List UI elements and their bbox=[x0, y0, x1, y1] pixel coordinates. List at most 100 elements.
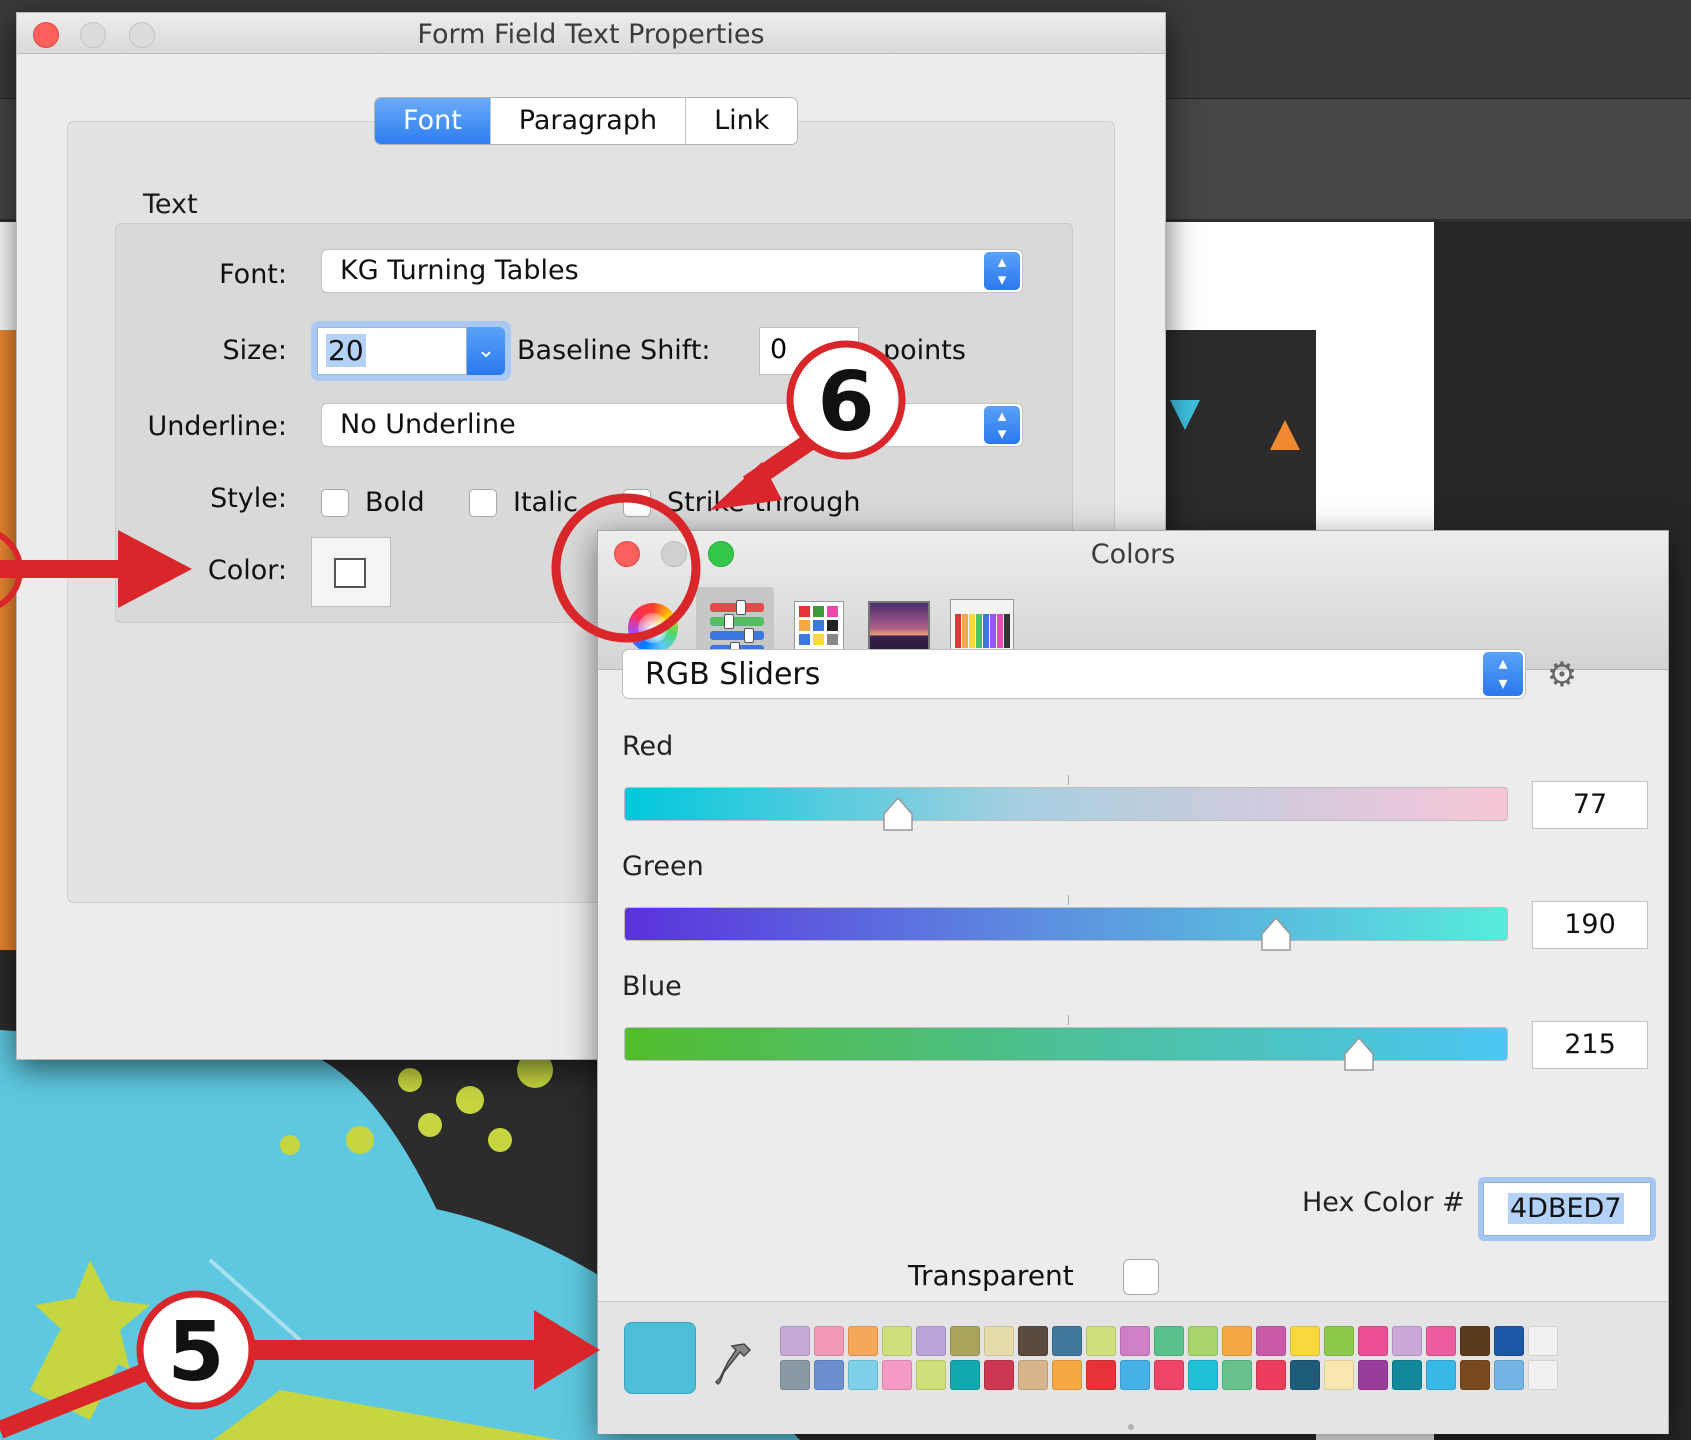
color-swatch[interactable] bbox=[1426, 1326, 1456, 1356]
resize-grip bbox=[1128, 1424, 1134, 1430]
color-swatch[interactable] bbox=[1120, 1360, 1150, 1390]
color-swatch[interactable] bbox=[1460, 1360, 1490, 1390]
dialog-title: Form Field Text Properties bbox=[417, 19, 765, 50]
color-swatch[interactable] bbox=[1120, 1326, 1150, 1356]
size-value: 20 bbox=[326, 334, 366, 367]
color-swatch[interactable] bbox=[1086, 1360, 1116, 1390]
color-swatch[interactable] bbox=[814, 1326, 844, 1356]
color-swatch[interactable] bbox=[1494, 1360, 1524, 1390]
blue-center-tick bbox=[1068, 1015, 1069, 1025]
color-swatch[interactable] bbox=[1392, 1326, 1422, 1356]
font-stepper-icon: ▴ ▾ bbox=[984, 252, 1020, 290]
color-swatch[interactable] bbox=[1188, 1360, 1218, 1390]
bold-label: Bold bbox=[365, 487, 425, 518]
color-swatch[interactable] bbox=[1528, 1326, 1558, 1356]
color-swatch[interactable] bbox=[1256, 1360, 1286, 1390]
color-swatch[interactable] bbox=[1324, 1360, 1354, 1390]
color-swatch[interactable] bbox=[1426, 1360, 1456, 1390]
color-swatch[interactable] bbox=[848, 1326, 878, 1356]
color-swatch[interactable] bbox=[1358, 1326, 1388, 1356]
color-swatch[interactable] bbox=[1392, 1360, 1422, 1390]
hex-color-value: 4DBED7 bbox=[1508, 1193, 1624, 1224]
blue-slider-thumb[interactable] bbox=[1343, 1036, 1375, 1072]
underline-popup[interactable]: No Underline ▴ ▾ bbox=[321, 403, 1023, 447]
color-swatch[interactable] bbox=[1222, 1360, 1252, 1390]
font-popup[interactable]: KG Turning Tables ▴ ▾ bbox=[321, 249, 1023, 293]
color-swatch[interactable] bbox=[1290, 1360, 1320, 1390]
underline-label: Underline: bbox=[147, 411, 287, 442]
color-swatch[interactable] bbox=[916, 1360, 946, 1390]
color-swatch[interactable] bbox=[1086, 1326, 1116, 1356]
color-swatch[interactable] bbox=[1324, 1326, 1354, 1356]
colors-panel: Colors RGB Sliders ▴ ▾ ⚙ Red 77 Green 19… bbox=[597, 530, 1669, 1434]
color-swatch[interactable] bbox=[1052, 1360, 1082, 1390]
baseline-shift-value: 0 bbox=[770, 334, 788, 365]
tab-link[interactable]: Link bbox=[685, 98, 797, 144]
underline-value: No Underline bbox=[340, 409, 516, 440]
strikethrough-label: Strike-through bbox=[667, 487, 861, 518]
color-swatch[interactable] bbox=[984, 1360, 1014, 1390]
green-slider[interactable] bbox=[624, 907, 1508, 951]
color-swatch[interactable] bbox=[950, 1360, 980, 1390]
color-swatch[interactable] bbox=[882, 1360, 912, 1390]
size-field[interactable]: 20 bbox=[317, 327, 467, 375]
color-label: Color: bbox=[207, 555, 287, 586]
color-swatch[interactable] bbox=[1188, 1326, 1218, 1356]
green-slider-thumb[interactable] bbox=[1260, 916, 1292, 952]
color-swatch[interactable] bbox=[1018, 1326, 1048, 1356]
color-swatch[interactable] bbox=[848, 1360, 878, 1390]
blue-label: Blue bbox=[622, 971, 682, 1002]
blue-slider[interactable] bbox=[624, 1027, 1508, 1071]
color-swatch[interactable] bbox=[916, 1326, 946, 1356]
color-swatch[interactable] bbox=[780, 1360, 810, 1390]
color-swatch[interactable] bbox=[984, 1326, 1014, 1356]
baseline-shift-field[interactable]: 0 bbox=[759, 327, 859, 375]
bold-checkbox[interactable] bbox=[321, 489, 349, 517]
color-swatch[interactable] bbox=[1460, 1326, 1490, 1356]
italic-label: Italic bbox=[513, 487, 578, 518]
red-value-field[interactable]: 77 bbox=[1532, 781, 1648, 829]
font-label: Font: bbox=[219, 259, 287, 290]
color-swatch[interactable] bbox=[1256, 1326, 1286, 1356]
green-value-field[interactable]: 190 bbox=[1532, 901, 1648, 949]
current-color-well[interactable] bbox=[624, 1322, 696, 1394]
color-swatch[interactable] bbox=[1494, 1326, 1524, 1356]
blue-value-field[interactable]: 215 bbox=[1532, 1021, 1648, 1069]
baseline-shift-label: Baseline Shift: bbox=[517, 335, 711, 366]
color-swatch-grid bbox=[780, 1326, 1558, 1390]
color-swatch[interactable] bbox=[1154, 1360, 1184, 1390]
color-swatch[interactable] bbox=[1290, 1326, 1320, 1356]
color-swatch[interactable] bbox=[1052, 1326, 1082, 1356]
tab-bar: Font Paragraph Link bbox=[374, 97, 799, 145]
size-combobox[interactable]: 20 ⌄ bbox=[311, 321, 511, 381]
transparent-checkbox[interactable] bbox=[1123, 1259, 1159, 1295]
eyedropper-icon[interactable] bbox=[714, 1338, 754, 1388]
gear-icon[interactable]: ⚙ bbox=[1542, 655, 1582, 695]
tab-font[interactable]: Font bbox=[375, 98, 490, 144]
color-swatch[interactable] bbox=[1154, 1326, 1184, 1356]
italic-checkbox[interactable] bbox=[469, 489, 497, 517]
color-swatch[interactable] bbox=[1018, 1360, 1048, 1390]
color-swatch[interactable] bbox=[1528, 1360, 1558, 1390]
color-swatch[interactable] bbox=[882, 1326, 912, 1356]
size-label: Size: bbox=[222, 335, 287, 366]
red-slider-thumb[interactable] bbox=[882, 796, 914, 832]
red-center-tick bbox=[1068, 775, 1069, 785]
slider-mode-popup[interactable]: RGB Sliders ▴ ▾ bbox=[622, 649, 1526, 699]
font-value: KG Turning Tables bbox=[340, 255, 579, 286]
hex-color-focus-ring: 4DBED7 bbox=[1478, 1177, 1656, 1241]
color-swatch[interactable] bbox=[1358, 1360, 1388, 1390]
slider-mode-stepper-icon: ▴ ▾ bbox=[1483, 652, 1523, 696]
color-swatch[interactable] bbox=[950, 1326, 980, 1356]
strikethrough-checkbox[interactable] bbox=[623, 489, 651, 517]
hex-color-label: Hex Color # bbox=[1302, 1187, 1465, 1218]
hex-color-field[interactable]: 4DBED7 bbox=[1483, 1182, 1651, 1236]
color-swatch[interactable] bbox=[780, 1326, 810, 1356]
color-swatch[interactable] bbox=[814, 1360, 844, 1390]
tab-paragraph[interactable]: Paragraph bbox=[489, 98, 685, 144]
red-slider[interactable] bbox=[624, 787, 1508, 831]
color-swatch[interactable] bbox=[1222, 1326, 1252, 1356]
swatch-bar bbox=[598, 1301, 1668, 1434]
text-color-well[interactable] bbox=[311, 537, 391, 607]
chevron-down-icon[interactable]: ⌄ bbox=[467, 327, 505, 375]
